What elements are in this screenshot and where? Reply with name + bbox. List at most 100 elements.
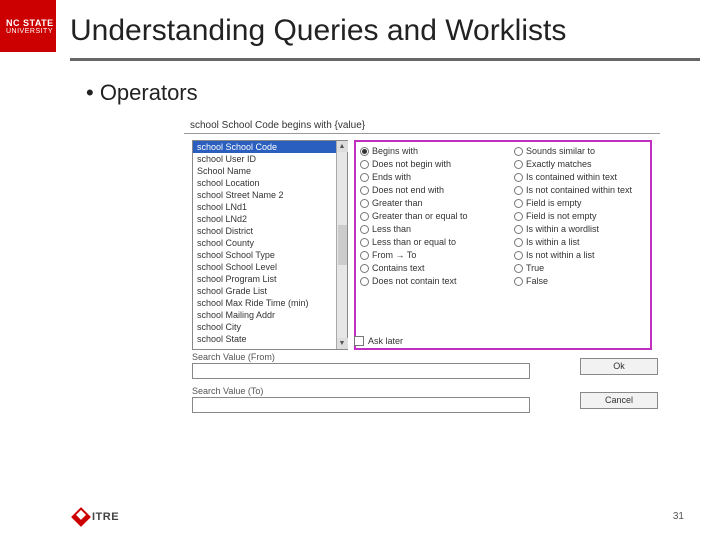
operator-label: Ends with [372,172,411,182]
diamond-icon [71,507,91,527]
operator-label: Does not end with [372,185,444,195]
operator-label: Does not contain text [372,276,457,286]
operator-label: Less than [372,224,411,234]
operator-radio[interactable]: Begins with [360,146,510,156]
operator-radio[interactable]: Sounds similar to [514,146,646,156]
list-item[interactable]: school Max Ride Time (min) [193,297,336,309]
checkbox-icon[interactable] [354,336,364,346]
radio-icon[interactable] [360,212,369,221]
operator-label: Field is empty [526,198,582,208]
list-item[interactable]: school Grade List [193,285,336,297]
radio-icon[interactable] [360,264,369,273]
operator-label: Is contained within text [526,172,617,182]
search-to-field: Search Value (To) [192,386,530,413]
operator-label: Is within a wordlist [526,224,599,234]
radio-icon[interactable] [514,186,523,195]
list-item[interactable]: school School Type [193,249,336,261]
cancel-button[interactable]: Cancel [580,392,658,409]
operators-panel: Begins with Sounds similar to Does not beg… [354,140,652,350]
operator-label: Is not contained within text [526,185,632,195]
operator-radio[interactable]: Less than or equal to [360,237,510,247]
list-item[interactable]: school User ID [193,153,336,165]
radio-icon[interactable] [360,199,369,208]
list-item[interactable]: school Mailing Addr [193,309,336,321]
operator-radio[interactable]: Field is not empty [514,211,646,221]
operator-radio[interactable]: Is contained within text [514,172,646,182]
search-from-label: Search Value (From) [192,352,530,362]
operator-label: Greater than [372,198,423,208]
operator-radio[interactable]: Field is empty [514,198,646,208]
operator-label: Less than or equal to [372,237,456,247]
radio-icon[interactable] [514,277,523,286]
radio-icon[interactable] [360,225,369,234]
operator-radio[interactable]: Is not contained within text [514,185,646,195]
ask-later-label: Ask later [368,336,403,346]
list-item[interactable]: school School Code [193,141,336,153]
radio-icon[interactable] [514,251,523,260]
operator-label: Begins with [372,146,418,156]
operator-radio[interactable]: Less than [360,224,510,234]
operator-radio[interactable]: From → To [360,250,510,260]
scroll-thumb[interactable] [338,225,347,265]
radio-icon[interactable] [514,147,523,156]
operator-radio[interactable]: Ends with [360,172,510,182]
radio-icon[interactable] [514,225,523,234]
slide-title: Understanding Queries and Worklists [70,14,566,48]
operator-label: Exactly matches [526,159,592,169]
operator-label: Sounds similar to [526,146,595,156]
operator-label: Greater than or equal to [372,211,468,221]
list-item[interactable]: school LNd1 [193,201,336,213]
radio-icon[interactable] [514,238,523,247]
list-item[interactable]: school LNd2 [193,213,336,225]
logo-line2: UNIVERSITY [6,28,53,35]
list-item[interactable]: school State [193,333,336,345]
ok-button[interactable]: Ok [580,358,658,375]
operator-radio[interactable]: Does not contain text [360,276,510,286]
radio-icon[interactable] [514,173,523,182]
operator-radio[interactable]: Greater than or equal to [360,211,510,221]
operator-radio[interactable]: Is within a wordlist [514,224,646,234]
radio-icon[interactable] [514,212,523,221]
operator-label: False [526,276,548,286]
operator-label: Field is not empty [526,211,597,221]
list-item[interactable]: school Street Name 2 [193,189,336,201]
radio-icon[interactable] [360,277,369,286]
search-to-input[interactable] [192,397,530,413]
operator-radio[interactable]: True [514,263,646,273]
operator-radio[interactable]: Contains text [360,263,510,273]
radio-icon[interactable] [514,199,523,208]
itre-text: ITRE [92,511,119,523]
list-item[interactable]: School Name [193,165,336,177]
operator-radio[interactable]: Does not end with [360,185,510,195]
list-item[interactable]: school Program List [193,273,336,285]
list-item[interactable]: school District [193,225,336,237]
operator-radio[interactable]: Does not begin with [360,159,510,169]
search-to-label: Search Value (To) [192,386,530,396]
radio-icon[interactable] [514,160,523,169]
radio-icon[interactable] [360,147,369,156]
radio-icon[interactable] [360,173,369,182]
dialog-titlebar: school School Code begins with {value} [184,118,660,134]
operator-label: Is not within a list [526,250,595,260]
listbox-scrollbar[interactable]: ▲ ▼ [336,141,347,349]
search-from-input[interactable] [192,363,530,379]
radio-icon[interactable] [360,238,369,247]
operator-radio[interactable]: Is not within a list [514,250,646,260]
operator-radio[interactable]: Exactly matches [514,159,646,169]
radio-icon[interactable] [360,251,369,260]
radio-icon[interactable] [360,160,369,169]
radio-icon[interactable] [514,264,523,273]
bullet-operators: • Operators [86,80,198,106]
radio-icon[interactable] [360,186,369,195]
field-listbox[interactable]: school School Codeschool User IDSchool N… [192,140,348,350]
list-item[interactable]: school Location [193,177,336,189]
list-item[interactable]: school County [193,237,336,249]
operator-radio[interactable]: False [514,276,646,286]
operator-radio[interactable]: Greater than [360,198,510,208]
ask-later-checkbox[interactable]: Ask later [354,336,403,346]
list-item[interactable]: school School Level [193,261,336,273]
operator-radio[interactable]: Is within a list [514,237,646,247]
scroll-down-icon[interactable]: ▼ [337,338,348,349]
scroll-up-icon[interactable]: ▲ [337,141,348,152]
list-item[interactable]: school City [193,321,336,333]
